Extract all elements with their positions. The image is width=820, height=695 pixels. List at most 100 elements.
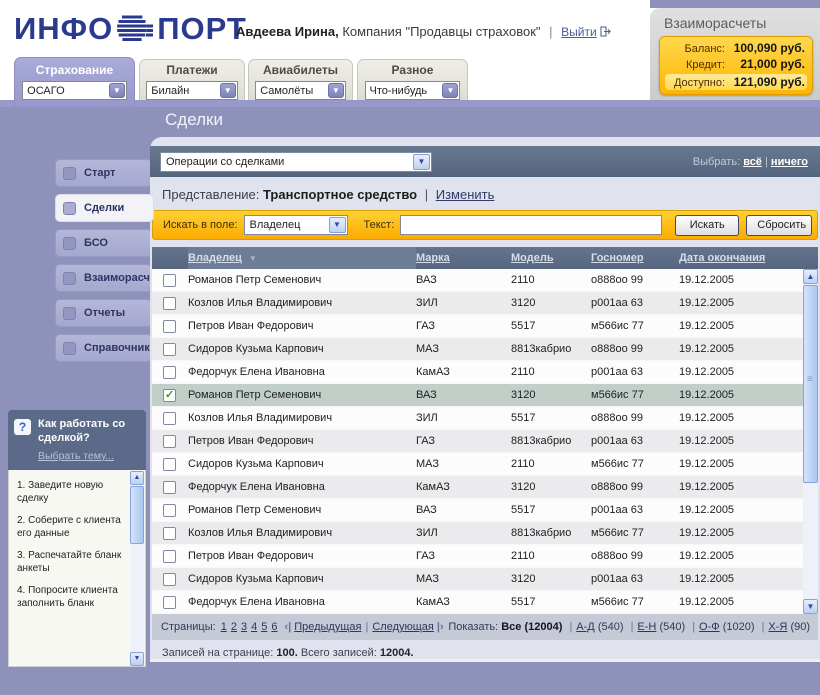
letter-group-link[interactable]: А-Д — [576, 621, 594, 633]
table-scrollbar-thumb[interactable] — [803, 285, 818, 483]
row-checkbox[interactable] — [163, 458, 176, 471]
letter-group-count: (540) — [598, 621, 624, 633]
sidebar-item[interactable]: Взаиморасчеты — [55, 264, 152, 292]
chevron-down-icon[interactable]: ▼ — [220, 83, 236, 98]
table-scrollbar[interactable]: ▲ ▼ — [803, 269, 818, 614]
page-number-link[interactable]: 3 — [241, 621, 247, 633]
letter-group-link[interactable]: О-Ф — [699, 621, 720, 633]
scroll-up-icon[interactable]: ▲ — [803, 269, 818, 284]
sidebar-item[interactable]: Сделки — [55, 194, 154, 222]
group-separator: | — [631, 621, 634, 633]
sidebar-item[interactable]: Справочники — [55, 334, 152, 362]
search-input[interactable] — [400, 215, 662, 235]
row-checkbox[interactable] — [163, 527, 176, 540]
table-row[interactable]: Сидоров Кузьма Карпович МАЗ 3120 р001аа … — [152, 568, 803, 591]
scroll-down-icon[interactable]: ▼ — [803, 599, 818, 614]
chevron-down-icon[interactable]: ▼ — [328, 83, 344, 98]
previous-arrow-icon[interactable]: ‹| — [284, 621, 291, 633]
table-row[interactable]: Романов Петр Семенович ВАЗ 5517 р001аа 6… — [152, 499, 803, 522]
view-separator: | — [425, 187, 428, 202]
help-scrollbar[interactable]: ▲ ▼ — [130, 471, 144, 666]
page-number-link[interactable]: 4 — [251, 621, 257, 633]
page-number-link[interactable]: 1 — [221, 621, 227, 633]
page-number-link[interactable]: 5 — [261, 621, 267, 633]
previous-page-link[interactable]: Предыдущая — [294, 621, 361, 633]
table-row[interactable]: Козлов Илья Владимирович ЗИЛ 5517 о888оо… — [152, 407, 803, 430]
table-row[interactable]: Федорчук Елена Ивановна КамАЗ 5517 м566и… — [152, 591, 803, 614]
chevron-down-icon[interactable]: ▼ — [109, 83, 125, 98]
module-tab[interactable]: Страхование ОСАГО ▼ — [14, 57, 135, 107]
chevron-down-icon[interactable]: ▼ — [329, 217, 346, 233]
row-checkbox[interactable] — [163, 435, 176, 448]
search-button[interactable]: Искать — [675, 215, 739, 236]
logout-link[interactable]: Выйти — [561, 25, 597, 39]
table-row[interactable]: Козлов Илья Владимирович ЗИЛ 8813кабрио … — [152, 522, 803, 545]
table-row[interactable]: Козлов Илья Владимирович ЗИЛ 3120 р001аа… — [152, 292, 803, 315]
module-tab[interactable]: Авиабилеты Самолёты ▼ — [248, 59, 353, 100]
row-checkbox[interactable] — [163, 389, 176, 402]
module-tab-dropdown[interactable]: ОСАГО ▼ — [22, 81, 127, 100]
view-change-link[interactable]: Изменить — [436, 187, 495, 202]
next-page-link[interactable]: Следующая — [372, 621, 434, 633]
row-checkbox[interactable] — [163, 366, 176, 379]
row-checkbox[interactable] — [163, 504, 176, 517]
module-tab[interactable]: Разное Что-нибудь ▼ — [357, 59, 468, 100]
cell-end-date: 19.12.2005 — [679, 389, 803, 401]
page-number-link[interactable]: 2 — [231, 621, 237, 633]
table-row[interactable]: Сидоров Кузьма Карпович МАЗ 2110 м566ис … — [152, 453, 803, 476]
sidebar-item-bullet-icon — [63, 307, 76, 320]
row-checkbox[interactable] — [163, 550, 176, 563]
table-row[interactable]: Петров Иван Федорович ГАЗ 5517 м566ис 77… — [152, 315, 803, 338]
column-header-end-date[interactable]: Дата окончания — [679, 252, 803, 264]
table-row[interactable]: Федорчук Елена Ивановна КамАЗ 3120 о888о… — [152, 476, 803, 499]
deals-table: Владелец▼ Марка Модель Госномер Дата око… — [152, 247, 818, 614]
help-scrollbar-thumb[interactable] — [130, 486, 144, 544]
reset-button[interactable]: Сбросить — [746, 215, 812, 236]
row-checkbox[interactable] — [163, 596, 176, 609]
chevron-down-icon[interactable]: ▼ — [413, 154, 430, 170]
select-none-link[interactable]: ничего — [771, 156, 808, 168]
column-header-make[interactable]: Марка — [416, 252, 511, 264]
module-tab-dropdown[interactable]: Что-нибудь ▼ — [365, 81, 461, 100]
row-checkbox[interactable] — [163, 412, 176, 425]
scroll-down-icon[interactable]: ▼ — [130, 652, 144, 666]
letter-group-link[interactable]: Х-Я — [768, 621, 787, 633]
table-row[interactable]: Сидоров Кузьма Карпович МАЗ 8813кабрио о… — [152, 338, 803, 361]
records-per-page-label: Записей на странице: — [162, 647, 273, 659]
column-header-owner[interactable]: Владелец▼ — [188, 247, 416, 269]
sidebar-item[interactable]: Старт — [55, 159, 152, 187]
scroll-up-icon[interactable]: ▲ — [130, 471, 144, 485]
module-tab-dropdown[interactable]: Билайн ▼ — [146, 81, 238, 100]
module-tab-dropdown[interactable]: Самолёты ▼ — [255, 81, 346, 100]
cell-plate: о888оо 99 — [591, 550, 679, 562]
sidebar-item[interactable]: Отчеты — [55, 299, 152, 327]
table-row[interactable]: Петров Иван Федорович ГАЗ 2110 о888оо 99… — [152, 545, 803, 568]
choose-topic-link[interactable]: Выбрать тему... — [38, 450, 114, 462]
user-separator: | — [549, 24, 552, 39]
app-window: ИНФО ПОРТ Авдеева Ирина, Компания "Прода… — [0, 0, 820, 695]
row-checkbox[interactable] — [163, 573, 176, 586]
letter-group-link[interactable]: Е-Н — [637, 621, 656, 633]
row-checkbox[interactable] — [163, 481, 176, 494]
row-checkbox[interactable] — [163, 320, 176, 333]
row-checkbox[interactable] — [163, 297, 176, 310]
operations-dropdown[interactable]: Операции со сделками ▼ — [160, 152, 432, 172]
module-tab[interactable]: Платежи Билайн ▼ — [139, 59, 245, 100]
help-panel-header: ? Как работать со сделкой? Выбрать тему.… — [8, 410, 146, 470]
table-row[interactable]: Романов Петр Семенович ВАЗ 2110 о888оо 9… — [152, 269, 803, 292]
table-row[interactable]: Романов Петр Семенович ВАЗ 3120 м566ис 7… — [152, 384, 803, 407]
next-arrow-icon[interactable]: |› — [437, 621, 444, 633]
sidebar-item[interactable]: БСО — [55, 229, 152, 257]
search-field-dropdown[interactable]: Владелец ▼ — [244, 215, 348, 235]
row-checkbox[interactable] — [163, 343, 176, 356]
row-checkbox[interactable] — [163, 274, 176, 287]
column-header-plate[interactable]: Госномер — [591, 252, 679, 264]
cell-end-date: 19.12.2005 — [679, 435, 803, 447]
page-number-link[interactable]: 6 — [271, 621, 277, 633]
table-row[interactable]: Федорчук Елена Ивановна КамАЗ 2110 р001а… — [152, 361, 803, 384]
table-row[interactable]: Петров Иван Федорович ГАЗ 8813кабрио р00… — [152, 430, 803, 453]
column-header-model[interactable]: Модель — [511, 252, 591, 264]
chevron-down-icon[interactable]: ▼ — [442, 83, 458, 98]
sidebar-item-label: Справочники — [84, 342, 157, 354]
select-all-link[interactable]: всё — [743, 156, 762, 168]
